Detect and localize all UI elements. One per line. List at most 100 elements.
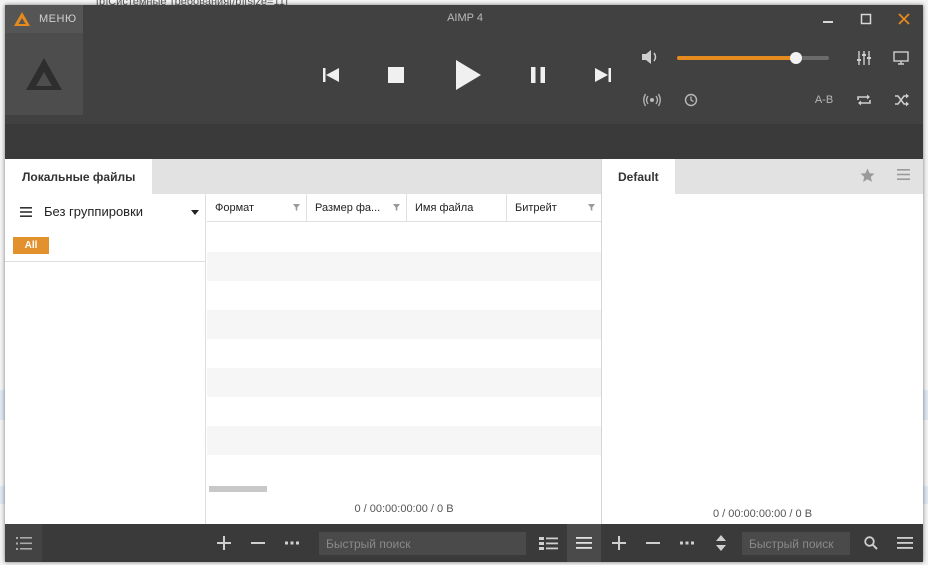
detailed-view-button[interactable]: [537, 533, 559, 553]
volume-knob[interactable]: [789, 52, 802, 64]
repeat-button[interactable]: [853, 91, 875, 109]
hamburger-icon: [576, 537, 592, 549]
ab-repeat-button[interactable]: A-B: [813, 91, 835, 109]
table-row: [207, 368, 601, 397]
menu-button[interactable]: МЕНЮ: [5, 5, 83, 33]
maximize-icon: [860, 13, 872, 25]
column-header-label: Размер фа...: [315, 202, 381, 214]
hamburger-icon: [20, 206, 32, 217]
plus-icon: [612, 536, 626, 550]
play-button[interactable]: [448, 55, 488, 95]
add-to-playlist-button[interactable]: [609, 533, 629, 553]
minimize-button[interactable]: [809, 5, 847, 33]
remove-from-playlist-button[interactable]: [643, 533, 663, 553]
tab-playlist-default[interactable]: Default: [602, 159, 675, 194]
tab-local-files[interactable]: Локальные файлы: [5, 159, 153, 194]
playlist-menu-button[interactable]: [895, 533, 915, 553]
skip-previous-icon: [323, 68, 339, 82]
seek-bar[interactable]: [5, 124, 923, 159]
filter-icon[interactable]: [588, 204, 595, 211]
table-row: [207, 281, 601, 310]
add-files-button[interactable]: [214, 533, 234, 553]
minimize-icon: [823, 21, 833, 23]
window-title: AIMP 4: [447, 12, 483, 24]
search-button[interactable]: [861, 533, 881, 553]
table-row: [207, 397, 601, 426]
search-input-playlist[interactable]: [742, 532, 850, 555]
column-header-label: Формат: [215, 202, 255, 214]
pause-icon: [531, 67, 545, 83]
player-panel: МЕНЮ AIMP 4 A-B: [5, 5, 923, 124]
plus-icon: [217, 536, 231, 550]
playlist-status: 0 / 00:00:00:00 / 0 B: [712, 508, 813, 520]
search-input-local[interactable]: [319, 532, 526, 555]
minus-icon: [251, 542, 265, 544]
next-track-button[interactable]: [590, 55, 616, 95]
column-header-format[interactable]: Формат: [207, 194, 307, 222]
aimp-logo-icon: [26, 58, 62, 90]
remove-files-button[interactable]: [248, 533, 268, 553]
ellipsis-icon: [285, 541, 299, 545]
ellipsis-icon: [680, 541, 694, 545]
radio-broadcast-icon: [643, 93, 661, 107]
radio-button[interactable]: [643, 91, 661, 109]
grouping-sidebar: Без группировки All: [5, 194, 206, 524]
pause-button[interactable]: [525, 55, 551, 95]
close-button[interactable]: [885, 5, 923, 33]
playlist-menu-icon[interactable]: [897, 169, 910, 180]
scheduler-button[interactable]: [682, 91, 700, 109]
sidebar-toggle-button[interactable]: [5, 524, 42, 562]
filter-all-badge[interactable]: All: [13, 237, 49, 254]
previous-track-button[interactable]: [318, 55, 344, 95]
more-options-button[interactable]: [282, 533, 302, 553]
stop-icon: [388, 67, 404, 83]
menu-label: МЕНЮ: [39, 13, 77, 25]
grouping-selector[interactable]: Без группировки: [5, 194, 205, 229]
playlist-tabbar: Default: [602, 159, 923, 194]
local-files-status: 0 / 00:00:00:00 / 0 B: [354, 503, 454, 515]
visualization-icon[interactable]: [893, 50, 909, 66]
album-art[interactable]: [5, 33, 83, 115]
table-row: [207, 252, 601, 281]
shuffle-icon: [895, 93, 909, 107]
play-icon: [456, 60, 481, 90]
shuffle-button[interactable]: [891, 91, 913, 109]
divider: [5, 261, 205, 262]
local-files-tabbar: Локальные файлы: [5, 159, 601, 194]
filter-icon[interactable]: [293, 204, 300, 211]
sort-button[interactable]: [711, 533, 731, 553]
volume-slider[interactable]: [677, 52, 829, 64]
column-header-size[interactable]: Размер фа...: [307, 194, 407, 222]
aimp-logo-icon: [14, 12, 30, 26]
aimp-window: МЕНЮ AIMP 4 A-B Локальные файлы Без груп…: [5, 5, 923, 562]
playlist-more-button[interactable]: [677, 533, 697, 553]
bottom-toolbar: [5, 524, 923, 562]
search-icon: [864, 536, 878, 550]
sort-icon: [716, 535, 726, 551]
files-table: Формат Размер фа... Имя файла Битрейт 0 …: [207, 194, 601, 524]
list-icon: [15, 536, 32, 550]
clock-icon: [684, 93, 698, 107]
horizontal-scrollbar[interactable]: [209, 486, 267, 492]
column-header-label: Имя файла: [415, 202, 474, 214]
volume-icon[interactable]: [641, 48, 661, 66]
table-row: [207, 310, 601, 339]
equalizer-icon[interactable]: [856, 50, 872, 66]
skip-next-icon: [595, 68, 611, 82]
local-files-pane: Локальные файлы Без группировки All Форм…: [5, 159, 601, 524]
table-header: Формат Размер фа... Имя файла Битрейт: [207, 194, 601, 222]
detailed-list-icon: [538, 536, 558, 550]
stop-button[interactable]: [383, 55, 409, 95]
hamburger-icon: [897, 537, 913, 549]
maximize-button[interactable]: [847, 5, 885, 33]
volume-fill: [677, 56, 796, 60]
column-header-label: Битрейт: [515, 202, 557, 214]
filter-icon[interactable]: [393, 204, 400, 211]
table-row: [207, 339, 601, 368]
column-header-bitrate[interactable]: Битрейт: [507, 194, 601, 222]
minus-icon: [646, 542, 660, 544]
star-icon[interactable]: [860, 168, 875, 183]
column-header-filename[interactable]: Имя файла: [407, 194, 507, 222]
list-view-button[interactable]: [567, 524, 601, 562]
playlist-pane: Default 0 / 00:00:00:00 / 0 B: [602, 159, 923, 524]
